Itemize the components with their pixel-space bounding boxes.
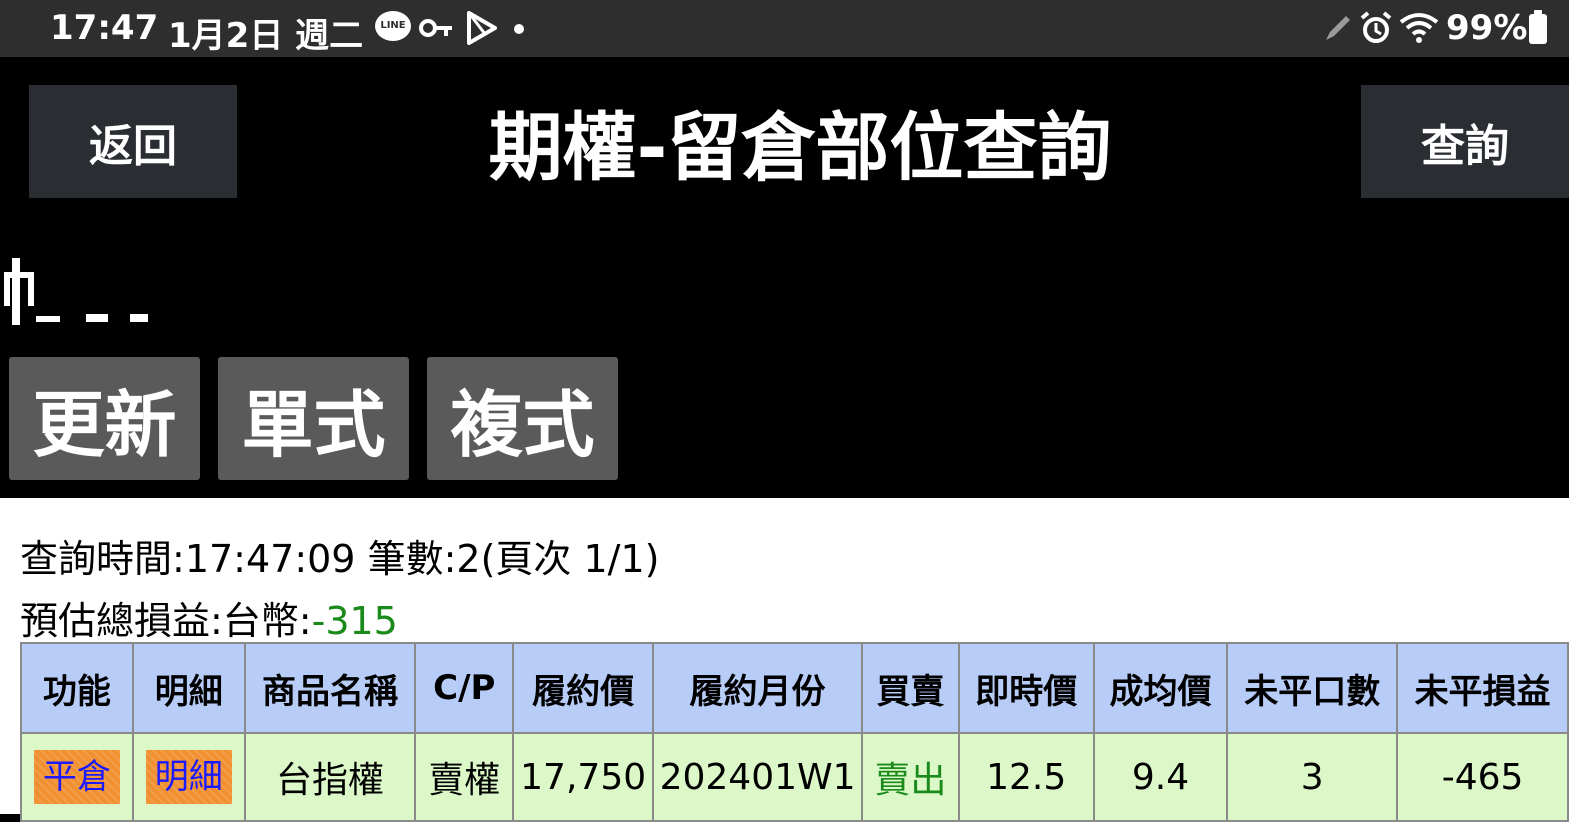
column-header: 成均價	[1092, 642, 1229, 734]
complex-button[interactable]: 複式	[427, 357, 618, 480]
avg-price-cell: 9.4	[1092, 732, 1229, 822]
column-header: C/P	[414, 642, 515, 734]
battery-percent: 99%	[1446, 8, 1528, 48]
status-bar: 17:47 1月2日 週二 LINE 99%	[0, 0, 1569, 57]
clipped-account-label	[0, 250, 160, 325]
query-info: 查詢時間:17:47:09 筆數:2(頁次 1/1)	[20, 528, 659, 583]
column-header: 即時價	[957, 642, 1095, 734]
single-button[interactable]: 單式	[218, 357, 409, 480]
battery-icon	[1529, 10, 1547, 44]
last-price-cell: 12.5	[957, 732, 1095, 822]
back-button[interactable]: 返回	[29, 85, 237, 198]
column-header: 未平損益	[1396, 642, 1569, 734]
status-date: 1月2日 週二	[168, 16, 364, 56]
refresh-button[interactable]: 更新	[9, 357, 200, 480]
total-pnl: 預估總損益:台幣:-315	[20, 590, 398, 645]
key-icon	[419, 19, 452, 37]
page-indicator: (頁次 1/1)	[480, 537, 660, 581]
cp-cell: 賣權	[414, 732, 515, 822]
record-count: 2	[456, 537, 481, 581]
pnl-value: -315	[311, 599, 398, 643]
status-time: 17:47	[50, 8, 159, 48]
open-qty-cell: 3	[1226, 732, 1399, 822]
query-time: 17:47:09	[184, 537, 356, 581]
detail-cell: 明細	[131, 732, 246, 822]
column-header: 商品名稱	[243, 642, 417, 734]
clipped-glyph-shapes	[4, 258, 148, 325]
count-label: 筆數:	[355, 537, 457, 581]
line-icon: LINE	[375, 11, 411, 41]
table-header-row: 功能 明細 商品名稱 C/P 履約價 履約月份 買賣 即時價 成均價 未平口數 …	[20, 642, 1569, 734]
pen-icon	[1326, 16, 1350, 40]
play-store-icon	[467, 11, 497, 45]
strike-cell: 17,750	[512, 732, 655, 822]
table-row: 平倉 明細 台指權 賣權 17,750 202401W1 賣出 12.5 9.4…	[20, 732, 1569, 822]
alarm-icon	[1360, 11, 1392, 43]
query-time-label: 查詢時間:	[20, 537, 185, 581]
close-position-button[interactable]: 平倉	[33, 750, 120, 804]
side-cell: 賣出	[861, 732, 960, 822]
side-value: 賣出	[874, 760, 947, 801]
column-header: 履約價	[512, 642, 655, 734]
column-header: 明細	[131, 642, 246, 734]
query-button[interactable]: 查詢	[1361, 85, 1569, 198]
positions-table: 功能 明細 商品名稱 C/P 履約價 履約月份 買賣 即時價 成均價 未平口數 …	[20, 642, 1569, 822]
column-header: 功能	[20, 642, 134, 734]
positions-content: 查詢時間:17:47:09 筆數:2(頁次 1/1) 預估總損益:台幣:-315…	[0, 498, 1569, 822]
month-cell: 202401W1	[652, 732, 863, 822]
page-title: 期權-留倉部位查詢	[488, 105, 1112, 191]
detail-button[interactable]: 明細	[145, 750, 232, 804]
wifi-icon	[1399, 13, 1439, 43]
notification-dot	[514, 24, 524, 34]
column-header: 履約月份	[652, 642, 863, 734]
pnl-label: 預估總損益:台幣:	[20, 599, 312, 643]
product-cell: 台指權	[243, 732, 417, 822]
column-header: 買賣	[861, 642, 960, 734]
open-pnl-cell: -465	[1396, 732, 1569, 822]
function-cell: 平倉	[20, 732, 134, 822]
column-header: 未平口數	[1226, 642, 1399, 734]
